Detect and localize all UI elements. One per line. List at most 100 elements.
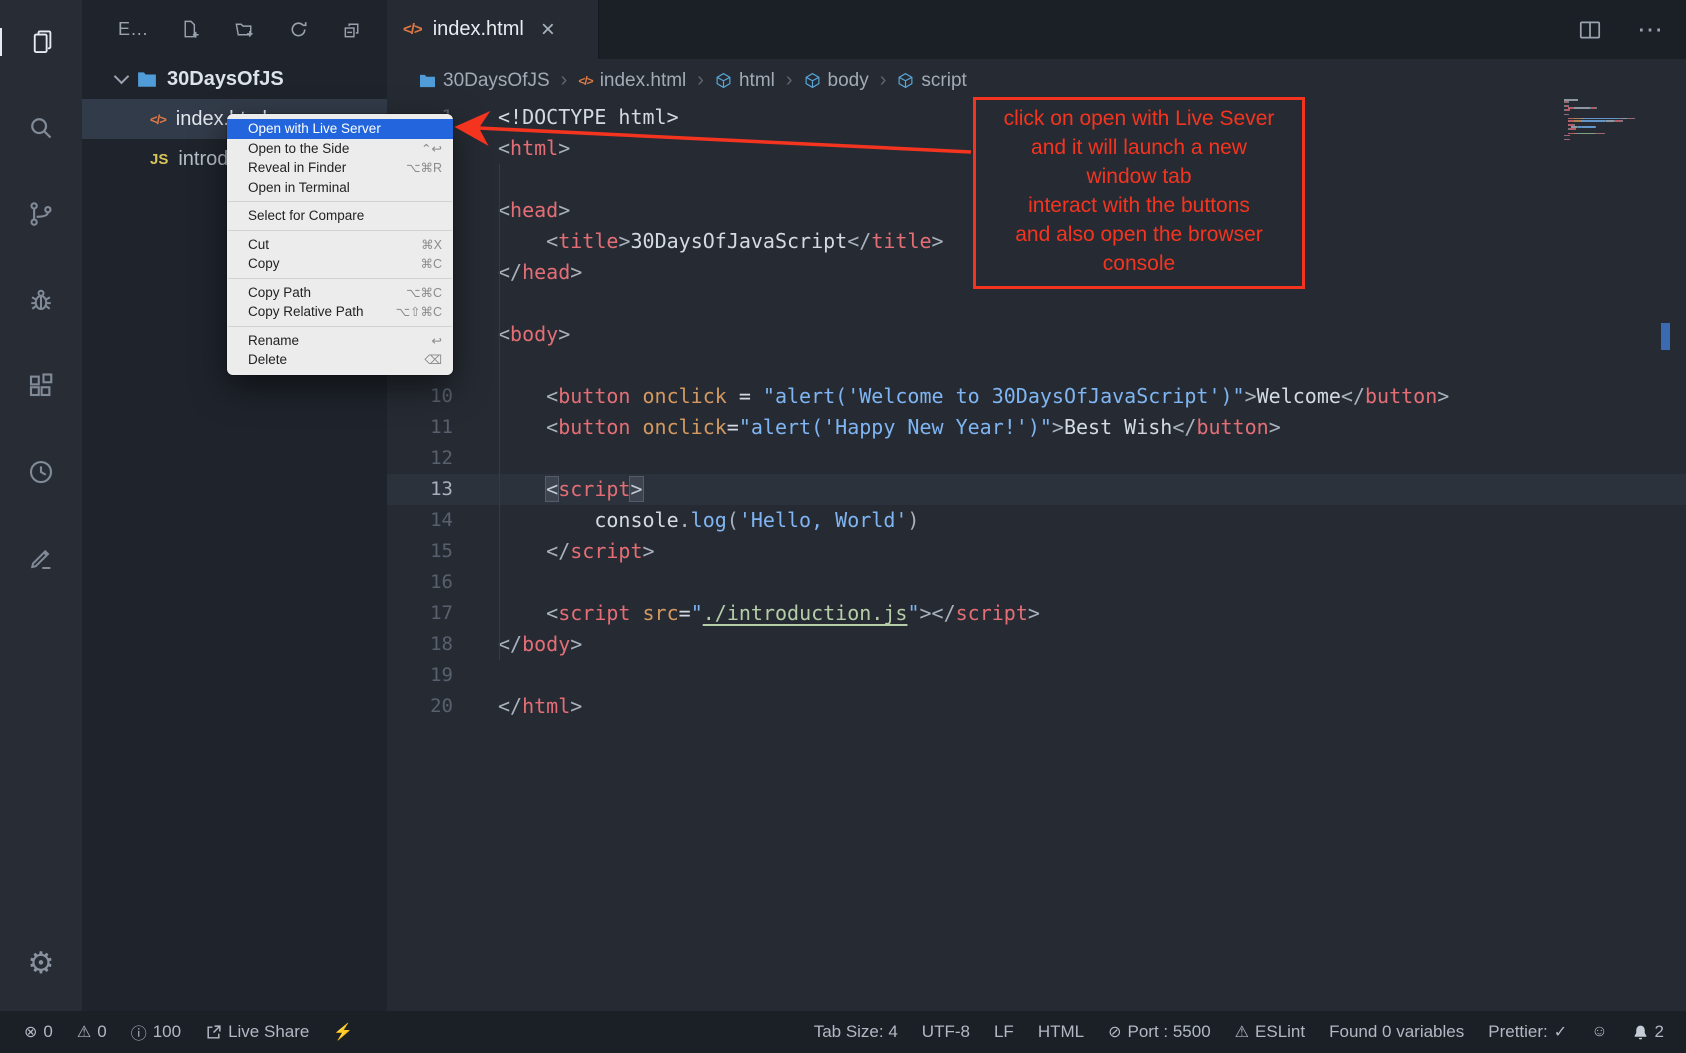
code-text: console.log('Hello, World')	[453, 505, 919, 536]
annotation-line: and it will launch a new	[976, 133, 1302, 162]
prettier-status[interactable]: Prettier: ✓	[1488, 1022, 1567, 1042]
menu-item-select-for-compare[interactable]: Select for Compare	[227, 206, 453, 226]
code-text	[453, 567, 498, 598]
code-line-7[interactable]: 7	[387, 288, 1686, 319]
code-text: <script>	[453, 474, 643, 505]
problems-errors[interactable]: ⊗ 0	[24, 1022, 53, 1042]
menu-item-cut[interactable]: Cut⌘X	[227, 235, 453, 255]
notifications[interactable]: 2	[1632, 1022, 1664, 1042]
breadcrumb-item-file[interactable]: </> index.html	[578, 70, 686, 92]
code-line-20[interactable]: 20</html>	[387, 691, 1686, 722]
pen-icon[interactable]	[25, 542, 57, 574]
status-right: Tab Size: 4 UTF-8 LF HTML ⊘ Port : 5500 …	[814, 1022, 1664, 1042]
breadcrumb-item-folder[interactable]: 30DaysOfJS	[419, 70, 550, 92]
status-bar: ⊗ 0 ⚠ 0 ⓘ 100 Live Share ⚡	[0, 1011, 1686, 1053]
clock-icon[interactable]	[25, 456, 57, 488]
settings-gear-icon[interactable]: ⚙	[0, 946, 82, 981]
code-line-18[interactable]: 18</body>	[387, 629, 1686, 660]
code-line-13[interactable]: 13 <script>	[387, 474, 1686, 505]
folder-row-30daysofjs[interactable]: 30DaysOfJS	[82, 59, 387, 99]
menu-item-label: Delete	[248, 352, 287, 367]
code-line-12[interactable]: 12	[387, 443, 1686, 474]
breadcrumb-separator: ›	[786, 69, 793, 92]
html-file-icon: </>	[403, 21, 422, 38]
check-icon: ✓	[1554, 1022, 1567, 1042]
menu-item-copy-path[interactable]: Copy Path⌥⌘C	[227, 283, 453, 303]
feedback-smiley[interactable]: ☺	[1591, 1023, 1607, 1041]
code-line-19[interactable]: 19	[387, 660, 1686, 691]
menu-item-label: Copy Relative Path	[248, 304, 364, 319]
code-line-16[interactable]: 16	[387, 567, 1686, 598]
menu-item-shortcut: ⌃↩	[421, 141, 442, 156]
collapse-all-icon[interactable]	[341, 18, 365, 42]
code-line-9[interactable]: 9	[387, 350, 1686, 381]
line-number: 12	[387, 443, 453, 474]
menu-item-open-to-the-side[interactable]: Open to the Side⌃↩	[227, 139, 453, 159]
encoding-indicator[interactable]: UTF-8	[922, 1022, 970, 1042]
code-line-15[interactable]: 15 </script>	[387, 536, 1686, 567]
menu-item-reveal-in-finder[interactable]: Reveal in Finder⌥⌘R	[227, 158, 453, 178]
code-line-10[interactable]: 10 <button onclick = "alert('Welcome to …	[387, 381, 1686, 412]
annotation-line: click on open with Live Sever	[976, 104, 1302, 133]
breadcrumb-item-script[interactable]: script	[897, 70, 966, 92]
folder-label: 30DaysOfJS	[167, 68, 284, 91]
run-debug-icon[interactable]	[25, 284, 57, 316]
vscode-window: ⚙ E…	[0, 0, 1686, 1053]
menu-separator	[228, 201, 452, 202]
source-control-icon[interactable]	[25, 198, 57, 230]
search-icon[interactable]	[25, 112, 57, 144]
language-indicator[interactable]: HTML	[1038, 1022, 1084, 1042]
more-actions-icon[interactable]: ⋯	[1637, 14, 1664, 45]
menu-item-label: Copy	[248, 256, 280, 271]
line-number: 17	[387, 598, 453, 629]
annotation-line: window tab	[976, 162, 1302, 191]
tab-size-indicator[interactable]: Tab Size: 4	[814, 1022, 898, 1042]
new-folder-icon[interactable]	[233, 18, 257, 42]
new-file-icon[interactable]	[179, 18, 203, 42]
eslint-status[interactable]: ⚠ ESLint	[1235, 1022, 1305, 1042]
breadcrumb-separator: ›	[561, 69, 568, 92]
split-editor-icon[interactable]	[1577, 17, 1603, 43]
menu-item-rename[interactable]: Rename↩	[227, 331, 453, 351]
code-line-14[interactable]: 14 console.log('Hello, World')	[387, 505, 1686, 536]
extensions-icon[interactable]	[25, 370, 57, 402]
minimap[interactable]	[1564, 99, 1656, 141]
refresh-icon[interactable]	[287, 18, 311, 42]
code-line-8[interactable]: 8<body>	[387, 319, 1686, 350]
explorer-header: E…	[82, 0, 387, 59]
menu-item-copy[interactable]: Copy ⌘C	[227, 254, 453, 274]
notification-count: 2	[1655, 1022, 1664, 1042]
zap-icon[interactable]: ⚡	[333, 1022, 353, 1042]
variables-status[interactable]: Found 0 variables	[1329, 1022, 1464, 1042]
code-line-11[interactable]: 11 <button onclick="alert('Happy New Yea…	[387, 412, 1686, 443]
code-text: <title>30DaysOfJavaScript</title>	[453, 226, 944, 257]
annotation-line: interact with the buttons	[976, 191, 1302, 220]
explorer-icon[interactable]	[25, 26, 57, 58]
menu-item-copy-relative-path[interactable]: Copy Relative Path ⌥⇧⌘C	[227, 302, 453, 322]
code-text	[453, 350, 498, 381]
breadcrumb-item-html[interactable]: html	[715, 70, 775, 92]
explorer-title: E…	[118, 19, 149, 40]
problems-info[interactable]: ⓘ 100	[131, 1020, 181, 1044]
close-icon[interactable]: ×	[541, 18, 555, 42]
code-text	[453, 443, 498, 474]
line-number: 16	[387, 567, 453, 598]
code-line-17[interactable]: 17 <script src="./introduction.js"></scr…	[387, 598, 1686, 629]
live-share-button[interactable]: Live Share	[205, 1022, 309, 1042]
problems-warnings[interactable]: ⚠ 0	[77, 1022, 107, 1042]
breadcrumb-item-body[interactable]: body	[804, 70, 869, 92]
live-server-port[interactable]: ⊘ Port : 5500	[1108, 1022, 1211, 1042]
menu-item-label: Reveal in Finder	[248, 160, 346, 175]
eol-indicator[interactable]: LF	[994, 1022, 1014, 1042]
menu-item-delete[interactable]: Delete ⌫	[227, 350, 453, 370]
code-text: </script>	[453, 536, 655, 567]
menu-item-open-with-live-server[interactable]: Open with Live Server	[227, 119, 453, 139]
menu-item-open-in-terminal[interactable]: Open in Terminal	[227, 178, 453, 198]
editor-actions: ⋯	[1577, 0, 1664, 59]
menu-item-shortcut: ⌥⇧⌘C	[396, 304, 442, 319]
menu-separator	[228, 326, 452, 327]
tab-index-html[interactable]: </> index.html ×	[387, 0, 599, 59]
html-file-icon: </>	[578, 74, 592, 88]
menu-item-shortcut: ⌘C	[420, 256, 442, 271]
menu-item-shortcut: ⌫	[424, 352, 442, 367]
